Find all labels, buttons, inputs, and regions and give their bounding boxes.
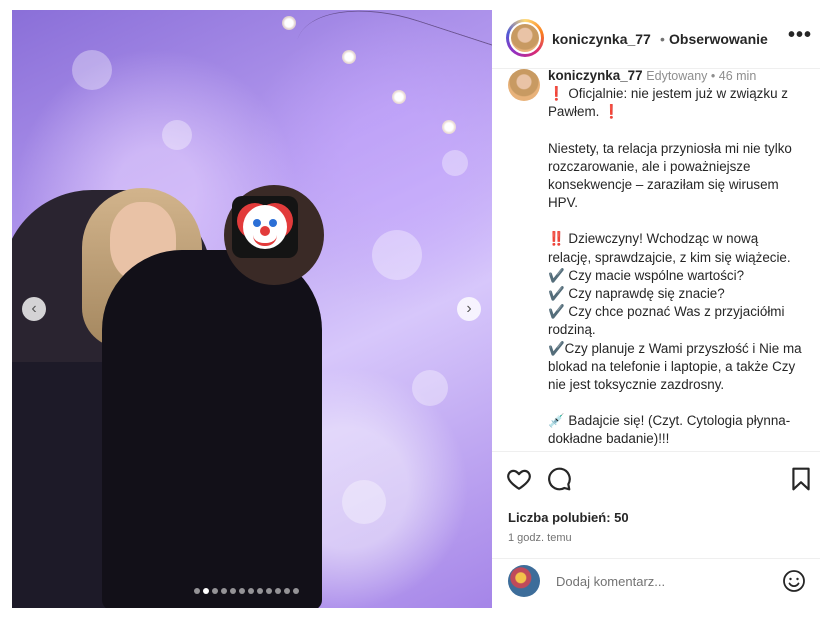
header-username[interactable]: koniczynka_77 xyxy=(552,31,651,47)
bokeh xyxy=(162,120,192,150)
string-light xyxy=(342,50,356,64)
bookmark-save-icon[interactable] xyxy=(788,466,814,492)
carousel-dot xyxy=(203,588,209,594)
post-header: koniczynka_77 • Obserwowanie ••• xyxy=(492,10,820,69)
post-sidebar: koniczynka_77 • Obserwowanie ••• koniczy… xyxy=(492,10,820,608)
bokeh xyxy=(72,50,112,90)
caption-line: blokad na telefonie i laptopie, a także … xyxy=(548,358,796,374)
caption-line: rodziną. xyxy=(548,322,596,338)
string-light xyxy=(392,90,406,104)
clown-mouth xyxy=(253,235,277,246)
like-heart-icon[interactable] xyxy=(506,466,532,492)
clown-eye xyxy=(253,219,261,227)
carousel-dot xyxy=(230,588,236,594)
caption-line: ✔️ Czy macie wspólne wartości? xyxy=(548,267,745,283)
bokeh xyxy=(412,370,448,406)
carousel-dot xyxy=(239,588,245,594)
current-user-avatar xyxy=(508,565,540,597)
caption-line: rozczarowanie, ale i poważniejsze xyxy=(548,158,751,174)
header-separator: • xyxy=(660,31,665,47)
caption-line: dokładne badanie)!!! xyxy=(548,431,670,447)
caption-line xyxy=(548,212,816,230)
comment-input[interactable] xyxy=(554,573,768,590)
carousel-dot xyxy=(257,588,263,594)
caption-line: 💉 Badajcie się! (Czyt. Cytologia płynna- xyxy=(548,413,791,429)
caption-body: koniczynka_77 Edytowany • 46 min ❗ Oficj… xyxy=(548,69,816,449)
caption-line: Pawłem. ❗ xyxy=(548,104,620,120)
clown-eye xyxy=(269,219,277,227)
caption-area[interactable]: koniczynka_77 Edytowany • 46 min ❗ Oficj… xyxy=(492,69,820,449)
story-ring[interactable] xyxy=(506,19,544,57)
bokeh xyxy=(442,150,468,176)
carousel-prev-button[interactable]: ‹ xyxy=(22,297,46,321)
carousel-dot xyxy=(266,588,272,594)
post-actions: Liczba polubień: 50 1 godz. temu xyxy=(492,451,820,572)
comment-bubble-icon[interactable] xyxy=(546,466,572,492)
caption-line xyxy=(548,394,816,412)
following-button[interactable]: Obserwowanie xyxy=(669,31,768,47)
carousel-indicator xyxy=(194,588,299,594)
clown-face-emoji xyxy=(243,205,287,249)
carousel-dot xyxy=(221,588,227,594)
caption-line: ✔️Czy planuje z Wami przyszłość i Nie ma xyxy=(548,340,802,356)
string-light xyxy=(282,16,296,30)
string-light xyxy=(442,120,456,134)
more-options-icon[interactable]: ••• xyxy=(788,24,812,47)
caption-line: konsekwencje – zaraziłam się wirusem xyxy=(548,177,779,193)
caption-line: Niestety, ta relacja przyniosła mi nie t… xyxy=(548,140,792,156)
carousel-dot xyxy=(194,588,200,594)
bokeh xyxy=(372,230,422,280)
caption-username[interactable]: koniczynka_77 xyxy=(548,69,643,83)
caption-line xyxy=(548,122,816,140)
instagram-post: ‹ › koniczynka_77 • Obserwowanie ••• kon… xyxy=(12,10,820,608)
post-timestamp[interactable]: 1 godz. temu xyxy=(508,532,572,544)
caption-line: ✔️ Czy chce poznać Was z przyjaciółmi xyxy=(548,304,785,320)
post-photo[interactable]: ‹ › xyxy=(12,10,492,608)
caption-line: relację, sprawdzajcie, z kim się wiążeci… xyxy=(548,249,791,265)
caption-meta: Edytowany • 46 min xyxy=(646,69,757,83)
carousel-next-button[interactable]: › xyxy=(457,297,481,321)
caption-line: nie jest toksycznie zazdrosny. xyxy=(548,377,725,393)
carousel-dot xyxy=(293,588,299,594)
caption-line: ❗ Oficjalnie: nie jestem już w związku z xyxy=(548,86,788,102)
emoji-picker-icon[interactable] xyxy=(782,569,806,593)
caption-line: ✔️ Czy naprawdę się znacie? xyxy=(548,286,725,302)
carousel-dot xyxy=(248,588,254,594)
carousel-dot xyxy=(284,588,290,594)
caption-text: ❗ Oficjalnie: nie jestem już w związku z… xyxy=(548,85,816,449)
light-string xyxy=(280,10,492,161)
bokeh xyxy=(342,480,386,524)
add-comment-bar xyxy=(492,558,820,609)
avatar[interactable] xyxy=(509,22,541,54)
caption-line: ‼️ Dziewczyny! Wchodząc w nową xyxy=(548,231,759,247)
caption-line: HPV. xyxy=(548,195,579,211)
caption-avatar[interactable] xyxy=(508,69,540,101)
likes-count[interactable]: Liczba polubień: 50 xyxy=(508,510,629,525)
clown-face-icon xyxy=(232,196,298,258)
man-figure xyxy=(102,250,322,608)
carousel-dot xyxy=(212,588,218,594)
carousel-dot xyxy=(275,588,281,594)
